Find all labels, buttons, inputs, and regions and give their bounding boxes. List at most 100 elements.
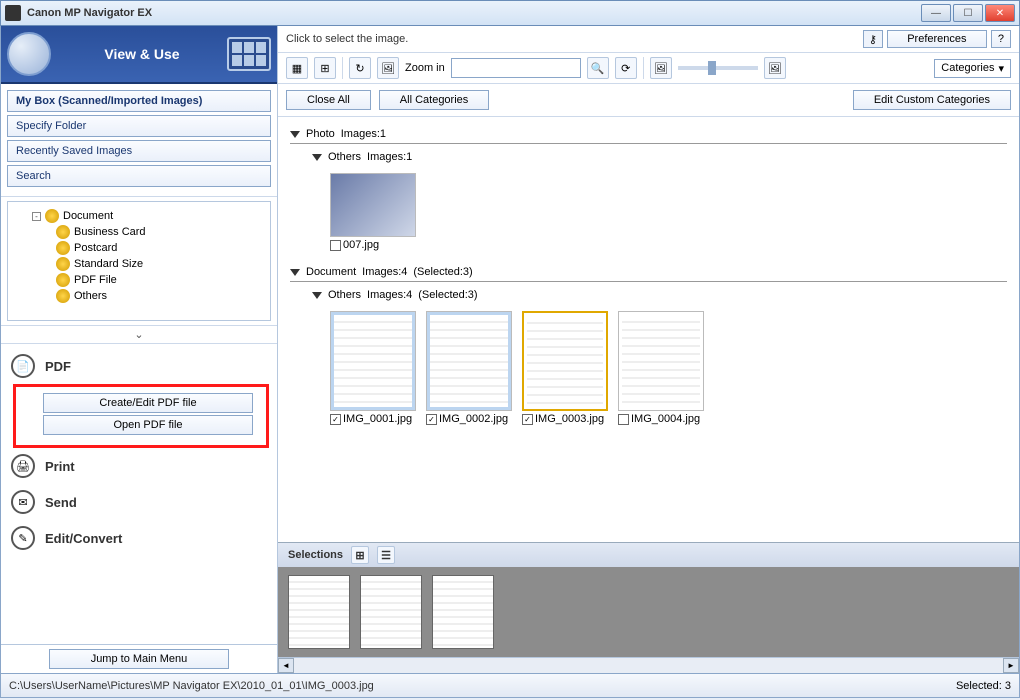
titlebar: Canon MP Navigator EX — ☐ ✕: [0, 0, 1020, 26]
sidebar-item-specify-folder[interactable]: Specify Folder: [7, 115, 271, 137]
window-title: Canon MP Navigator EX: [27, 7, 921, 19]
tree-child[interactable]: Business Card: [74, 226, 146, 238]
selections-strip: [278, 567, 1019, 657]
tree-root[interactable]: Document: [63, 210, 113, 222]
tree-collapse-icon[interactable]: -: [32, 212, 41, 221]
image-icon[interactable]: 🖼: [377, 57, 399, 79]
sidebar-item-mybox[interactable]: My Box (Scanned/Imported Images): [7, 90, 271, 112]
preferences-button[interactable]: Preferences: [887, 30, 987, 48]
thumbnail-checkbox[interactable]: ✓: [330, 414, 341, 425]
thumbnail-grid-icon: [227, 37, 271, 71]
selections-header: Selections ⊞ ☰: [278, 542, 1019, 567]
selection-thumb[interactable]: [360, 575, 422, 649]
scroll-right-icon[interactable]: ►: [1003, 658, 1019, 673]
help-button[interactable]: ?: [991, 30, 1011, 48]
thumb-size-slider[interactable]: [678, 66, 758, 70]
zoom-input[interactable]: [451, 58, 581, 78]
group-head-photo[interactable]: Photo Images:1: [290, 125, 1007, 144]
view-use-label: View & Use: [57, 46, 227, 62]
search-zoom-icon[interactable]: 🔍: [587, 57, 609, 79]
subgroup-head-photo-others[interactable]: Others Images:1: [290, 148, 1007, 169]
tree-child[interactable]: Others: [74, 290, 107, 302]
thumb-small-icon[interactable]: 🖼: [650, 57, 672, 79]
folder-icon: [56, 257, 70, 271]
view-large-icon[interactable]: ⊞: [314, 57, 336, 79]
status-path: C:\Users\UserName\Pictures\MP Navigator …: [9, 680, 956, 692]
selection-thumb[interactable]: [432, 575, 494, 649]
all-categories-button[interactable]: All Categories: [379, 90, 489, 110]
action-pdf[interactable]: 📄 PDF: [9, 348, 269, 384]
selection-grid-icon[interactable]: ⊞: [351, 546, 369, 564]
sidebar-item-search[interactable]: Search: [7, 165, 271, 187]
folder-icon: [56, 225, 70, 239]
print-icon: 🖨: [11, 454, 35, 478]
folder-tree[interactable]: - Document Business Card Postcard Standar…: [7, 201, 271, 321]
thumbnail-image: [618, 311, 704, 411]
action-print[interactable]: 🖨 Print: [9, 448, 269, 484]
refresh-icon[interactable]: ⟳: [615, 57, 637, 79]
view-grid-icon[interactable]: ▦: [286, 57, 308, 79]
send-icon: ✉: [11, 490, 35, 514]
edit-icon: ✎: [11, 526, 35, 550]
jump-main-menu-button[interactable]: Jump to Main Menu: [49, 649, 229, 669]
selection-thumb[interactable]: [288, 575, 350, 649]
thumbnail-checkbox[interactable]: [330, 240, 341, 251]
rotate-icon[interactable]: ↻: [349, 57, 371, 79]
thumbnail-checkbox[interactable]: ✓: [522, 414, 533, 425]
minimize-button[interactable]: —: [921, 4, 951, 22]
selection-list-icon[interactable]: ☰: [377, 546, 395, 564]
thumbnail-checkbox[interactable]: [618, 414, 629, 425]
thumbnail-image: [330, 173, 416, 237]
gallery: Photo Images:1 Others Images:1 007.jpg D…: [278, 117, 1019, 542]
folder-icon: [45, 209, 59, 223]
preferences-key-icon[interactable]: ⚷: [863, 30, 883, 48]
action-edit-convert[interactable]: ✎ Edit/Convert: [9, 520, 269, 556]
thumbnail-name: IMG_0002.jpg: [439, 413, 508, 425]
thumbnail[interactable]: ✓IMG_0003.jpg: [522, 311, 608, 425]
tree-child[interactable]: PDF File: [74, 274, 117, 286]
thumbnail-checkbox[interactable]: ✓: [426, 414, 437, 425]
thumbnail[interactable]: ✓IMG_0001.jpg: [330, 311, 416, 425]
app-icon: [5, 5, 21, 21]
tree-child[interactable]: Postcard: [74, 242, 117, 254]
thumbnail[interactable]: 007.jpg: [330, 173, 416, 251]
action-send[interactable]: ✉ Send: [9, 484, 269, 520]
thumbnail-image: [522, 311, 608, 411]
close-button[interactable]: ✕: [985, 4, 1015, 22]
chevron-down-icon: ▾: [998, 62, 1004, 75]
maximize-button[interactable]: ☐: [953, 4, 983, 22]
horizontal-scrollbar[interactable]: ◄ ►: [278, 657, 1019, 673]
collapse-toggle[interactable]: ⌄: [1, 325, 277, 344]
collapse-triangle-icon: [312, 292, 322, 299]
create-edit-pdf-button[interactable]: Create/Edit PDF file: [43, 393, 253, 413]
group-head-document[interactable]: Document Images:4 (Selected:3): [290, 263, 1007, 282]
thumbnail-image: [426, 311, 512, 411]
sidebar-item-recently-saved[interactable]: Recently Saved Images: [7, 140, 271, 162]
collapse-triangle-icon: [290, 131, 300, 138]
status-selected: Selected: 3: [956, 680, 1011, 692]
pdf-icon: 📄: [11, 354, 35, 378]
subgroup-head-document-others[interactable]: Others Images:4 (Selected:3): [290, 286, 1007, 307]
scanner-icon: [7, 32, 51, 76]
sidebar: View & Use My Box (Scanned/Imported Imag…: [1, 26, 278, 673]
hint-text: Click to select the image.: [286, 33, 863, 45]
close-all-button[interactable]: Close All: [286, 90, 371, 110]
thumbnail-name: IMG_0003.jpg: [535, 413, 604, 425]
view-use-header[interactable]: View & Use: [1, 26, 277, 84]
folder-icon: [56, 273, 70, 287]
open-pdf-button[interactable]: Open PDF file: [43, 415, 253, 435]
scroll-left-icon[interactable]: ◄: [278, 658, 294, 673]
tree-child[interactable]: Standard Size: [74, 258, 143, 270]
thumbnail-name: IMG_0004.jpg: [631, 413, 700, 425]
folder-icon: [56, 241, 70, 255]
edit-custom-categories-button[interactable]: Edit Custom Categories: [853, 90, 1011, 110]
thumbnail-name: 007.jpg: [343, 239, 379, 251]
highlight-pdf-subactions: Create/Edit PDF file Open PDF file: [13, 384, 269, 448]
categories-dropdown[interactable]: Categories▾: [934, 59, 1011, 78]
thumbnail[interactable]: ✓IMG_0002.jpg: [426, 311, 512, 425]
collapse-triangle-icon: [312, 154, 322, 161]
collapse-triangle-icon: [290, 269, 300, 276]
thumbnail[interactable]: IMG_0004.jpg: [618, 311, 704, 425]
thumb-large-icon[interactable]: 🖼: [764, 57, 786, 79]
thumbnail-image: [330, 311, 416, 411]
